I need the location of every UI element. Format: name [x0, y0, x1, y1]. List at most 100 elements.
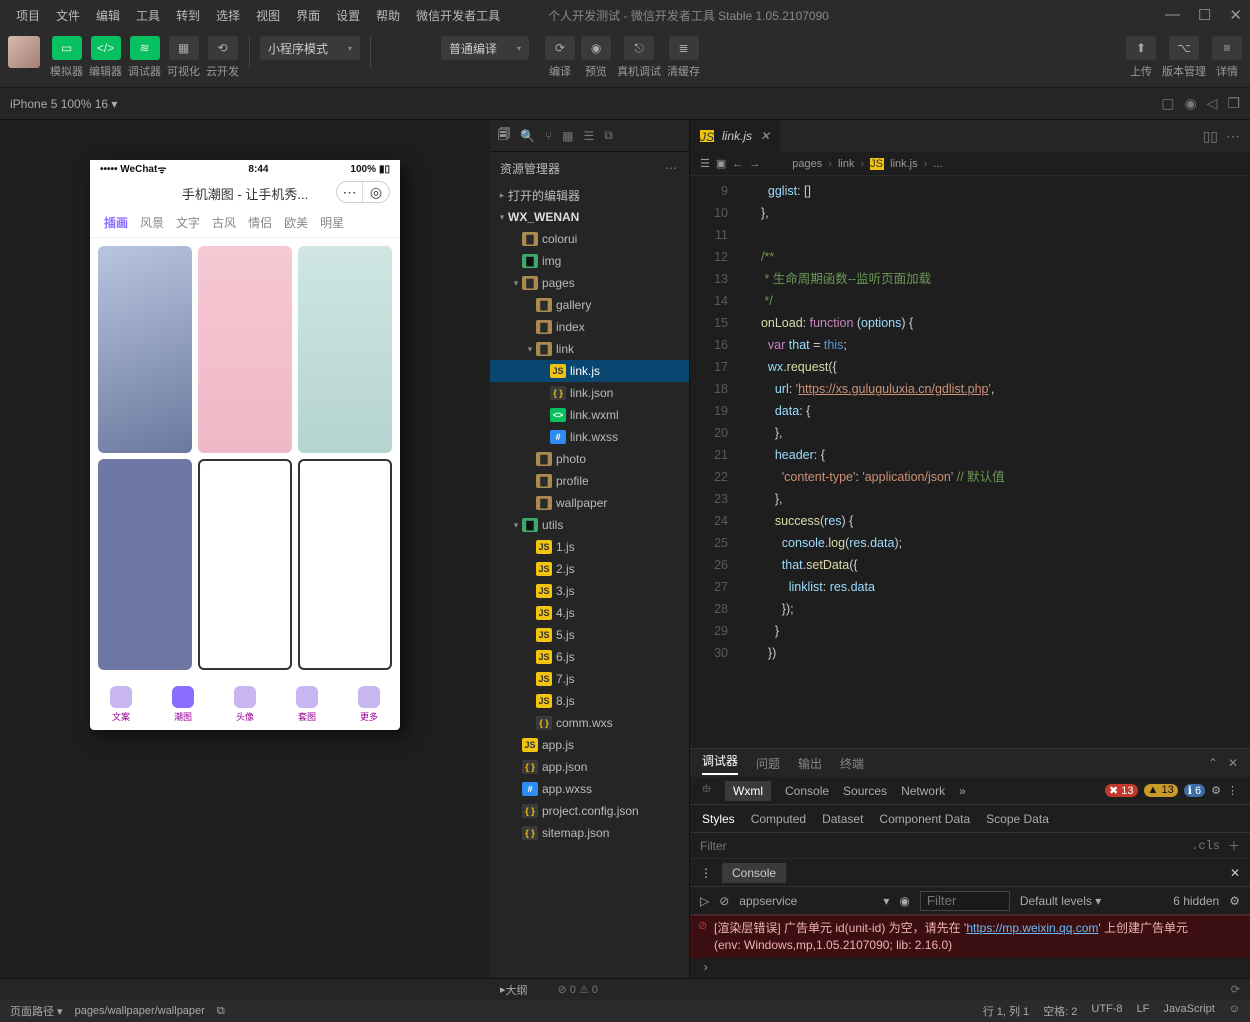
- tree-item-1.js[interactable]: JS1.js: [490, 536, 689, 558]
- preview-button[interactable]: ◉: [581, 36, 611, 60]
- error-link[interactable]: https://mp.weixin.qq.com: [966, 921, 1098, 935]
- tree-item-profile[interactable]: ▇profile: [490, 470, 689, 492]
- close-icon[interactable]: ✕: [1229, 6, 1242, 24]
- tree-item-img[interactable]: ▇img: [490, 250, 689, 272]
- tab-couple[interactable]: 情侣: [248, 214, 272, 231]
- gear-icon[interactable]: ⚙: [1211, 784, 1221, 797]
- console-gear-icon[interactable]: ⚙: [1229, 894, 1240, 908]
- blocks-icon[interactable]: ▦: [562, 129, 573, 143]
- tree-item-app.js[interactable]: JSapp.js: [490, 734, 689, 756]
- tab-problems[interactable]: 问题: [756, 755, 780, 772]
- tab-scenery[interactable]: 风景: [140, 214, 164, 231]
- editor-tab-linkjs[interactable]: JS link.js ✕: [690, 120, 780, 152]
- hidden-count[interactable]: 6 hidden: [1173, 894, 1219, 908]
- tree-item-app.json[interactable]: { }app.json: [490, 756, 689, 778]
- cursor-pos[interactable]: 行 1, 列 1: [983, 1003, 1029, 1019]
- tree-item-photo[interactable]: ▇photo: [490, 448, 689, 470]
- tab-compdata[interactable]: Component Data: [879, 812, 970, 826]
- console-tab[interactable]: Console: [722, 863, 786, 883]
- cls-toggle[interactable]: .cls: [1191, 839, 1220, 853]
- tab-scopedata[interactable]: Scope Data: [986, 812, 1049, 826]
- tree-item-6.js[interactable]: JS6.js: [490, 646, 689, 668]
- compile-select[interactable]: 普通编译: [441, 36, 529, 60]
- menu-tools[interactable]: 工具: [128, 7, 168, 24]
- tab-terminal[interactable]: 终端: [840, 755, 864, 772]
- indent[interactable]: 空格: 2: [1043, 1003, 1077, 1019]
- nav-fwd-icon[interactable]: →: [749, 158, 760, 170]
- levels-select[interactable]: Default levels ▾: [1020, 894, 1101, 908]
- tree-item-pages[interactable]: ▾▇pages: [490, 272, 689, 294]
- simulator-button[interactable]: ▭: [52, 36, 82, 60]
- warn-badge[interactable]: ▲ 13: [1144, 784, 1178, 797]
- remote-button[interactable]: ⎋: [624, 36, 654, 60]
- devtools-more-icon[interactable]: ⋮: [1227, 784, 1238, 797]
- tab-illustration[interactable]: 插画: [104, 214, 128, 231]
- nav-taotu[interactable]: 套图: [276, 678, 338, 730]
- compile-button[interactable]: ⟳: [545, 36, 575, 60]
- image-card[interactable]: [298, 459, 392, 670]
- eye-icon[interactable]: ◉: [899, 894, 909, 908]
- more-tabs-icon[interactable]: »: [959, 784, 966, 798]
- tree-item-link.json[interactable]: { }link.json: [490, 382, 689, 404]
- minimize-icon[interactable]: —: [1165, 6, 1180, 24]
- language[interactable]: JavaScript: [1163, 1003, 1214, 1019]
- tab-sources[interactable]: Sources: [843, 784, 887, 798]
- sync-icon[interactable]: ⟳: [1231, 983, 1240, 996]
- console-prompt[interactable]: ›: [690, 958, 1250, 978]
- menu-wxtools[interactable]: 微信开发者工具: [408, 7, 508, 24]
- console-close-icon[interactable]: ✕: [1230, 866, 1240, 880]
- copy-icon[interactable]: ⧉: [217, 1005, 225, 1018]
- info-badge[interactable]: ℹ 6: [1184, 784, 1205, 797]
- tree-item-colorui[interactable]: ▇colorui: [490, 228, 689, 250]
- maximize-icon[interactable]: ☐: [1198, 6, 1211, 24]
- branch-icon[interactable]: ⑂: [545, 129, 552, 143]
- menu-goto[interactable]: 转到: [168, 7, 208, 24]
- tree-item-link.wxss[interactable]: #link.wxss: [490, 426, 689, 448]
- tab-console[interactable]: Console: [785, 784, 829, 798]
- eol[interactable]: LF: [1137, 1003, 1150, 1019]
- nav-chaotu[interactable]: 潮图: [152, 678, 214, 730]
- menu-project[interactable]: 项目: [8, 7, 48, 24]
- panel-up-icon[interactable]: ⌃: [1208, 756, 1218, 770]
- outline-bar[interactable]: ▸ 大纲 ⊘ 0 ⚠ 0 ⟳: [0, 978, 1250, 1000]
- device-select[interactable]: iPhone 5 100% 16 ▾: [0, 93, 127, 115]
- upload-button[interactable]: ⬆: [1126, 36, 1156, 60]
- image-card[interactable]: [198, 459, 292, 670]
- close-tab-icon[interactable]: ✕: [760, 129, 770, 143]
- tree-item-gallery[interactable]: ▇gallery: [490, 294, 689, 316]
- files-icon[interactable]: 🗐: [498, 125, 510, 146]
- tab-dataset[interactable]: Dataset: [822, 812, 863, 826]
- menu-select[interactable]: 选择: [208, 7, 248, 24]
- tab-western[interactable]: 欧美: [284, 214, 308, 231]
- menu-help[interactable]: 帮助: [368, 7, 408, 24]
- capsule-menu-icon[interactable]: ⋯: [337, 182, 363, 202]
- menu-file[interactable]: 文件: [48, 7, 88, 24]
- image-card[interactable]: [98, 246, 192, 453]
- tree-item-app.wxss[interactable]: #app.wxss: [490, 778, 689, 800]
- split-icon[interactable]: ▯▯: [1203, 128, 1218, 145]
- ext-icon[interactable]: ⧉: [604, 128, 613, 143]
- more-icon[interactable]: ⋯: [1226, 128, 1240, 145]
- capsule-close-icon[interactable]: ◎: [363, 182, 389, 202]
- tree-item-project.config.json[interactable]: { }project.config.json: [490, 800, 689, 822]
- cloud-button[interactable]: ⟲: [208, 36, 238, 60]
- details-button[interactable]: ≡: [1212, 36, 1242, 60]
- image-card[interactable]: [198, 246, 292, 453]
- section-project[interactable]: ▾WX_WENAN: [490, 206, 689, 228]
- tab-styles[interactable]: Styles: [702, 812, 735, 826]
- tree-item-5.js[interactable]: JS5.js: [490, 624, 689, 646]
- tab-ancient[interactable]: 古风: [212, 214, 236, 231]
- context-select[interactable]: appservice▾: [739, 894, 889, 908]
- tab-output[interactable]: 输出: [798, 755, 822, 772]
- tab-network[interactable]: Network: [901, 784, 945, 798]
- tree-item-2.js[interactable]: JS2.js: [490, 558, 689, 580]
- page-path[interactable]: pages/wallpaper/wallpaper: [75, 1005, 205, 1017]
- tree-item-link.js[interactable]: JSlink.js: [490, 360, 689, 382]
- tab-debugger[interactable]: 调试器: [702, 752, 738, 775]
- more-icon[interactable]: ⋯: [665, 161, 679, 175]
- encoding[interactable]: UTF-8: [1091, 1003, 1122, 1019]
- tree-item-wallpaper[interactable]: ▇wallpaper: [490, 492, 689, 514]
- multi-icon[interactable]: ❐: [1227, 95, 1240, 112]
- tree-item-link[interactable]: ▾▇link: [490, 338, 689, 360]
- tree-item-link.wxml[interactable]: <>link.wxml: [490, 404, 689, 426]
